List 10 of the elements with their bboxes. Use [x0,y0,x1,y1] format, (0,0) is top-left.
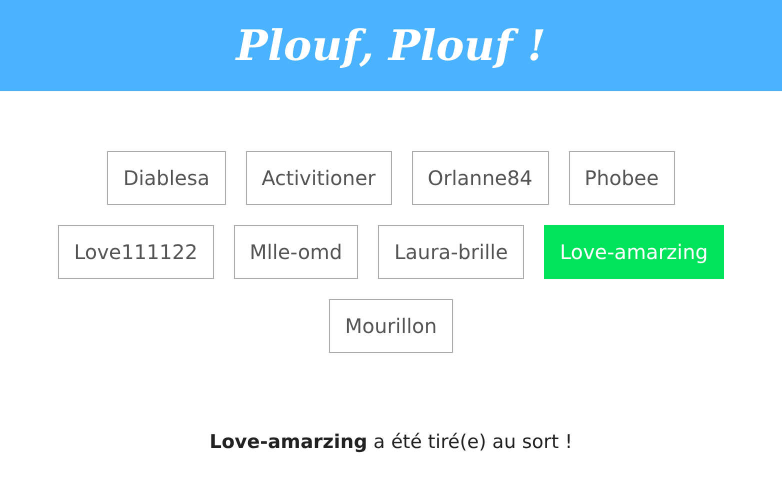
name-button[interactable]: Activitioner [246,151,392,205]
name-button[interactable]: Laura-brille [378,225,524,279]
app-title: Plouf, Plouf ! [236,21,546,70]
name-button[interactable]: Mourillon [329,299,453,353]
result-message: Love-amarzing a été tiré(e) au sort ! [208,431,574,453]
name-button[interactable]: Diablesa [107,151,226,205]
name-button[interactable]: Mlle-omd [234,225,358,279]
name-button[interactable]: Orlanne84 [412,151,549,205]
name-button[interactable]: Phobee [568,151,675,205]
name-button[interactable]: Love111122 [58,225,214,279]
